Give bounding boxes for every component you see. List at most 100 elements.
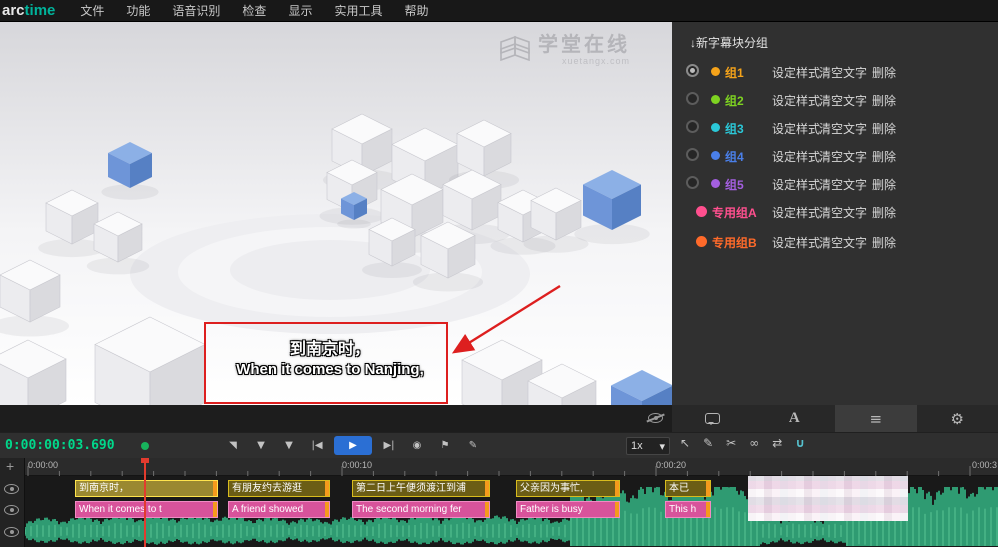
magnet-tool-icon[interactable]: ∪ [795,436,805,450]
clear-text-link[interactable]: 清空文字 [819,64,867,81]
cut-tool-icon[interactable]: ✂ [726,436,736,450]
delete-link[interactable]: 删除 [872,148,896,165]
panel-tab-bar: A ≡ ⚙ [672,405,998,432]
delete-link[interactable]: 删除 [872,176,896,193]
tab-settings[interactable]: ⚙ [917,405,998,432]
snapshot-icon[interactable]: ◉ [406,436,428,455]
subtitle-block-zh[interactable]: 第二日上午便须渡江到浦 [352,480,490,497]
timeline-tracks[interactable]: 到南京时， 有朋友约去游逛 第二日上午便须渡江到浦 父亲因为事忙, 本已 Whe… [25,476,998,547]
group-row-4[interactable]: 组4 设定样式 清空文字 删除 [672,141,998,169]
menu-item-speech-recognition[interactable]: 语音识别 [161,2,231,19]
group-row-special-a[interactable]: 专用组A 设定样式 清空文字 删除 [672,197,998,227]
group-row-3[interactable]: 组3 设定样式 清空文字 删除 [672,113,998,141]
clear-text-link[interactable]: 清空文字 [819,148,867,165]
video-status-bar [0,405,672,432]
set-style-link[interactable]: 设定样式 [772,234,820,251]
delete-link[interactable]: 删除 [872,204,896,221]
track-visibility-icon[interactable] [4,484,19,494]
subtitle-block-zh[interactable]: 到南京时， [75,480,218,497]
delete-link[interactable]: 删除 [872,234,896,251]
clear-text-link[interactable]: 清空文字 [819,176,867,193]
playback-speed-dropdown[interactable]: 1x ▾ [626,437,670,455]
swap-tool-icon[interactable]: ⇄ [772,436,782,450]
clear-text-link[interactable]: 清空文字 [819,92,867,109]
group-radio[interactable] [686,148,699,161]
subtitle-block-en[interactable]: A friend showed [228,501,330,518]
group-row-5[interactable]: 组5 设定样式 清空文字 删除 [672,169,998,197]
subtitle-groups-panel: ↓新字幕块分组 组1 设定样式 清空文字 删除 组2 设定样式 清空文字 删除 [672,22,998,405]
playhead[interactable] [144,458,146,547]
group-row-special-b[interactable]: 专用组B 设定样式 清空文字 删除 [672,227,998,257]
set-style-link[interactable]: 设定样式 [772,92,820,109]
menu-item-help[interactable]: 帮助 [393,2,439,19]
set-style-link[interactable]: 设定样式 [772,64,820,81]
set-style-link[interactable]: 设定样式 [772,176,820,193]
subtitle-block-en[interactable]: This h [665,501,711,518]
delete-link[interactable]: 删除 [872,92,896,109]
tab-group-list[interactable]: ≡ [835,405,917,432]
marker-down-icon[interactable]: ▼ [250,436,272,455]
pointer-tool-icon[interactable]: ↖ [680,436,690,450]
clear-text-link[interactable]: 清空文字 [819,234,867,251]
block-text: 有朋友约去游逛 [232,483,302,494]
group-label: 组5 [725,176,744,193]
track-visibility-icon[interactable] [4,527,19,537]
add-track-button[interactable]: + [6,458,14,474]
group-radio[interactable] [686,176,699,189]
subtitle-block-zh[interactable]: 父亲因为事忙, [516,480,620,497]
block-text: The second morning fer [356,504,462,515]
app-logo: arctime [2,2,55,19]
delete-link[interactable]: 删除 [872,120,896,137]
menu-item-check[interactable]: 检查 [231,2,277,19]
track-visibility-icon[interactable] [4,505,19,515]
ruler-ticks [25,458,998,476]
timeline-ruler[interactable]: 0:00:00 0:00:10 0:00:20 0:00:3 [25,458,998,476]
ruler-label: 0:00:20 [656,460,686,470]
link-tool-icon[interactable]: ∞ [749,436,759,450]
clear-text-link[interactable]: 清空文字 [819,120,867,137]
group-radio[interactable] [686,92,699,105]
wand-icon[interactable]: ✎ [462,436,484,455]
subtitle-block-en[interactable]: When it comes to t [75,501,218,518]
subtitle-block-en[interactable]: The second morning fer [352,501,490,518]
group-radio[interactable] [686,64,699,77]
group-row-2[interactable]: 组2 设定样式 清空文字 删除 [672,85,998,113]
group-row-1[interactable]: 组1 设定样式 清空文字 删除 [672,57,998,85]
marker-down-icon[interactable]: ▼ [278,436,300,455]
prev-frame-icon[interactable]: |◀ [306,436,328,455]
block-text: Father is busy [520,504,583,515]
bookmark-icon[interactable]: ⚑ [434,436,456,455]
video-preview[interactable]: 学堂在线 xuetangx.com 到南京时， When it comes to… [0,22,672,405]
watermark-domain: xuetangx.com [538,56,630,66]
set-style-link[interactable]: 设定样式 [772,148,820,165]
group-radio[interactable] [686,120,699,133]
menu-item-function[interactable]: 功能 [115,2,161,19]
subtitle-block-zh[interactable]: 有朋友约去游逛 [228,480,330,497]
group-label: 专用组B [712,234,757,251]
block-text: 父亲因为事忙, [520,483,583,494]
menu-item-display[interactable]: 显示 [277,2,323,19]
list-icon: ≡ [869,410,882,428]
set-style-link[interactable]: 设定样式 [772,120,820,137]
chevron-down-icon: ▾ [659,440,665,453]
edit-tool-icon[interactable]: ✎ [703,436,713,450]
menu-item-file[interactable]: 文件 [69,2,115,19]
subtitle-block-zh[interactable]: 本已 [665,480,711,497]
tab-comments[interactable] [672,405,754,432]
set-style-link[interactable]: 设定样式 [772,204,820,221]
preview-visibility-icon[interactable] [648,413,663,423]
ruler-label: 0:00:3 [972,460,997,470]
clear-text-link[interactable]: 清空文字 [819,204,867,221]
delete-link[interactable]: 删除 [872,64,896,81]
xuetangx-logo-icon [498,34,532,64]
subtitle-line-en: When it comes to Nanjing, [0,360,660,380]
play-button[interactable]: ▶ [334,436,372,455]
next-frame-icon[interactable]: ▶| [378,436,400,455]
subtitle-block-en[interactable]: Father is busy [516,501,620,518]
group-label: 组3 [725,120,744,137]
logo-time: time [25,2,56,19]
group-color-dot [696,236,707,247]
corner-marker-icon[interactable]: ◥ [222,436,244,455]
menu-item-utilities[interactable]: 实用工具 [323,2,393,19]
tab-text-style[interactable]: A [754,405,836,432]
